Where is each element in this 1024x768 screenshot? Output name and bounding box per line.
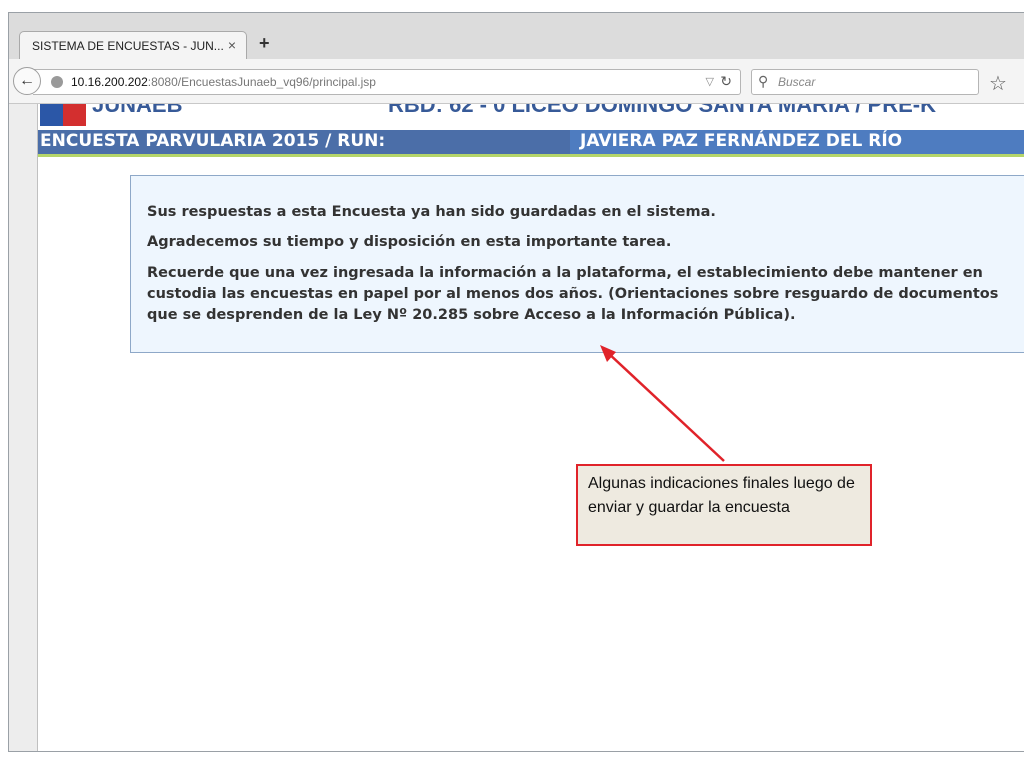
search-icon: ⚲ [758, 73, 769, 89]
annotation-text: Algunas indicaciones finales luego de en… [588, 475, 855, 516]
header-org-text: JUNAEB [92, 104, 183, 117]
url-bar[interactable]: 10.16.200.202:8080/EncuestasJunaeb_vq96/… [33, 69, 741, 95]
student-name: JAVIERA PAZ FERNÁNDEZ DEL RÍO [580, 131, 903, 151]
accent-divider [38, 154, 1024, 157]
url-text: 10.16.200.202:8080/EncuestasJunaeb_vq96/… [71, 75, 376, 89]
tab-sistema-encuestas[interactable]: SISTEMA DE ENCUESTAS - JUN... × [19, 31, 247, 59]
navigation-bar: 10.16.200.202:8080/EncuestasJunaeb_vq96/… [9, 59, 1024, 104]
message-reminder-1: Recuerde que una vez ingresada la inform… [147, 265, 983, 281]
gobierno-logo [40, 104, 86, 126]
dropdown-arrow-icon[interactable]: ▽ [706, 75, 714, 88]
back-arrow-icon: ← [19, 72, 35, 89]
header-school-text: RBD: 62 - 0 LICEO DOMINGO SANTA MARÍA / … [388, 104, 936, 117]
globe-icon [51, 76, 63, 88]
page-content: JUNAEB RBD: 62 - 0 LICEO DOMINGO SANTA M… [37, 104, 1024, 751]
url-path: :8080/EncuestasJunaeb_vq96/principal.jsp [147, 75, 376, 89]
search-input[interactable]: ⚲ Buscar [751, 69, 979, 95]
new-tab-icon[interactable]: + [259, 33, 270, 54]
confirmation-message-box: Sus respuestas a esta Encuesta ya han si… [130, 175, 1024, 353]
browser-window: SISTEMA DE ENCUESTAS - JUN... × + 10.16.… [8, 12, 1024, 752]
message-reminder-2: custodia las encuestas en papel por al m… [147, 286, 999, 302]
annotation-callout: Algunas indicaciones finales luego de en… [576, 464, 872, 546]
message-thanks: Agradecemos su tiempo y disposición en e… [147, 234, 672, 250]
survey-title-bar: ENCUESTA PARVULARIA 2015 / RUN: JAVIERA … [38, 130, 1024, 154]
student-name-cell: JAVIERA PAZ FERNÁNDEZ DEL RÍO [570, 130, 1024, 154]
close-icon[interactable]: × [228, 37, 236, 53]
page-title: ENCUESTA PARVULARIA 2015 / RUN: [40, 131, 386, 151]
message-saved: Sus respuestas a esta Encuesta ya han si… [147, 204, 716, 220]
search-placeholder: Buscar [778, 75, 816, 89]
bookmark-star-icon[interactable]: ☆ [989, 71, 1007, 96]
page-header: JUNAEB RBD: 62 - 0 LICEO DOMINGO SANTA M… [38, 104, 1024, 128]
url-host: 10.16.200.202 [71, 75, 148, 89]
message-reminder-3: que se desprenden de la Ley Nº 20.285 so… [147, 307, 796, 323]
tab-strip: SISTEMA DE ENCUESTAS - JUN... × + [9, 13, 1024, 59]
back-button[interactable]: ← [13, 67, 41, 95]
reload-icon[interactable]: ↻ [720, 73, 732, 90]
tab-title: SISTEMA DE ENCUESTAS - JUN... [32, 39, 224, 53]
